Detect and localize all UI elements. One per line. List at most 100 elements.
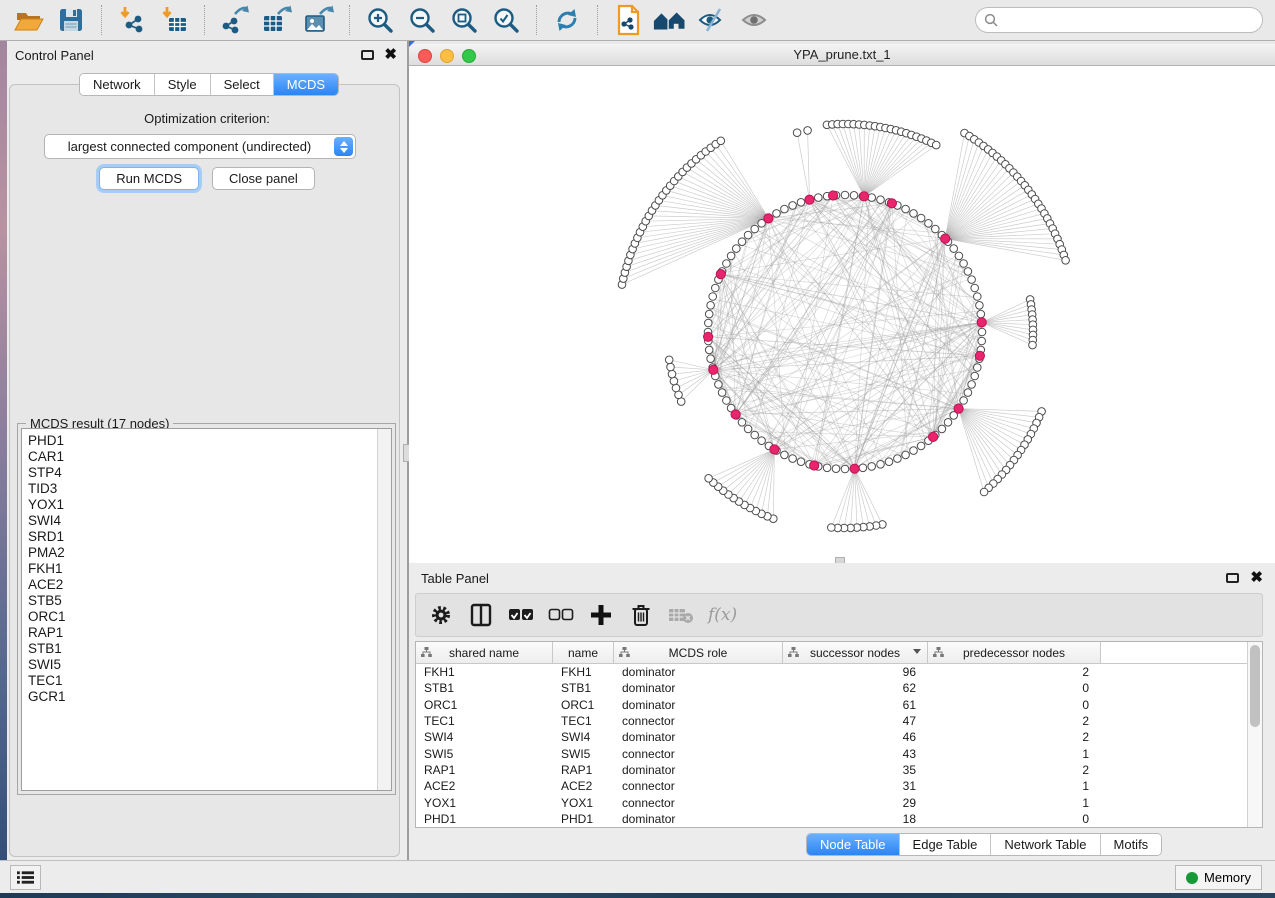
table-row[interactable]: STB1STB1dominator620: [416, 680, 1262, 696]
mcds-result-item[interactable]: SRD1: [22, 529, 391, 545]
column-header-name[interactable]: name: [553, 642, 614, 663]
float-panel-icon[interactable]: [1226, 573, 1239, 583]
zoom-in-button[interactable]: [362, 2, 398, 38]
cell: PHD1: [416, 812, 553, 826]
zoom-out-icon: [407, 5, 437, 35]
cell: SWI4: [416, 730, 553, 744]
tab-motifs[interactable]: Motifs: [1101, 834, 1162, 855]
close-panel-icon[interactable]: ✖: [384, 46, 397, 64]
tab-network-table[interactable]: Network Table: [991, 834, 1100, 855]
mcds-result-item[interactable]: TEC1: [22, 673, 391, 689]
mcds-result-item[interactable]: CAR1: [22, 449, 391, 465]
cell: dominator: [614, 665, 783, 679]
tab-style[interactable]: Style: [155, 74, 211, 95]
table-row[interactable]: SWI4SWI4dominator462: [416, 729, 1262, 745]
table-options-button[interactable]: [428, 602, 454, 628]
tab-edge-table[interactable]: Edge Table: [900, 834, 992, 855]
select-all-button[interactable]: [508, 602, 534, 628]
mcds-result-item[interactable]: ORC1: [22, 609, 391, 625]
table-row[interactable]: ACE2ACE2connector311: [416, 778, 1262, 794]
list-scrollbar[interactable]: [377, 429, 391, 790]
mcds-result-item[interactable]: STB1: [22, 641, 391, 657]
close-panel-button[interactable]: Close panel: [212, 167, 315, 190]
mcds-result-item[interactable]: RAP1: [22, 625, 391, 641]
mcds-result-item[interactable]: FKH1: [22, 561, 391, 577]
mcds-result-item[interactable]: STB5: [22, 593, 391, 609]
delete-table-icon: [668, 606, 694, 624]
control-panel-header: Control Panel ✖: [7, 41, 407, 69]
apply-layout-button[interactable]: [549, 2, 585, 38]
show-all-button[interactable]: [736, 2, 772, 38]
zoom-out-button[interactable]: [404, 2, 440, 38]
criterion-dropdown[interactable]: largest connected component (undirected): [44, 134, 356, 159]
mcds-result-item[interactable]: SWI4: [22, 513, 391, 529]
delete-table-button[interactable]: [668, 602, 694, 628]
export-image-icon: [303, 5, 335, 35]
checked-boxes-icon: [508, 608, 534, 622]
mcds-result-item[interactable]: GCR1: [22, 689, 391, 705]
memory-status-icon: [1186, 872, 1198, 884]
mcds-result-item[interactable]: STP4: [22, 465, 391, 481]
mcds-result-item[interactable]: YOX1: [22, 497, 391, 513]
memory-button[interactable]: Memory: [1175, 865, 1262, 890]
column-header-successor-nodes[interactable]: successor nodes: [783, 642, 928, 663]
table-row[interactable]: YOX1YOX1connector291: [416, 794, 1262, 810]
cell: 96: [783, 665, 928, 679]
table-toolbar: f(x): [415, 593, 1263, 637]
float-panel-icon[interactable]: [361, 50, 374, 60]
show-hide-columns-button[interactable]: [468, 602, 494, 628]
network-search: [975, 7, 1263, 33]
table-row[interactable]: TEC1TEC1connector472: [416, 713, 1262, 729]
hide-selection-button[interactable]: [694, 2, 730, 38]
mcds-result-item[interactable]: TID3: [22, 481, 391, 497]
open-session-button[interactable]: [11, 2, 47, 38]
cell: FKH1: [553, 665, 614, 679]
panel-menu-button[interactable]: [10, 865, 41, 890]
tab-select[interactable]: Select: [211, 74, 274, 95]
first-neighbors-button[interactable]: [652, 2, 688, 38]
mcds-result-list[interactable]: PHD1CAR1STP4TID3YOX1SWI4SRD1PMA2FKH1ACE2…: [21, 428, 392, 791]
save-session-button[interactable]: [53, 2, 89, 38]
cell: 0: [928, 812, 1101, 826]
tab-node-table[interactable]: Node Table: [807, 834, 900, 855]
new-column-button[interactable]: [588, 602, 614, 628]
cell: 31: [783, 779, 928, 793]
import-network-button[interactable]: [114, 2, 150, 38]
table-row[interactable]: PHD1PHD1dominator180: [416, 811, 1262, 827]
export-table-icon: [261, 5, 293, 35]
column-header-predecessor-nodes[interactable]: predecessor nodes: [928, 642, 1101, 663]
tab-network[interactable]: Network: [80, 74, 155, 95]
mcds-result-item[interactable]: SWI5: [22, 657, 391, 673]
import-table-button[interactable]: [156, 2, 192, 38]
mcds-result-item[interactable]: PHD1: [22, 433, 391, 449]
delete-columns-button[interactable]: [628, 602, 654, 628]
cell: 61: [783, 698, 928, 712]
column-header-shared-name[interactable]: shared name: [416, 642, 553, 663]
mcds-result-item[interactable]: ACE2: [22, 577, 391, 593]
run-mcds-button[interactable]: Run MCDS: [99, 167, 199, 190]
new-network-from-selection-button[interactable]: [610, 2, 646, 38]
scrollbar-thumb[interactable]: [1250, 645, 1260, 727]
export-network-button[interactable]: [217, 2, 253, 38]
table-row[interactable]: SWI5SWI5connector431: [416, 745, 1262, 761]
desktop-background-strip: [0, 41, 7, 893]
mcds-result-item[interactable]: PMA2: [22, 545, 391, 561]
zoom-selected-button[interactable]: [488, 2, 524, 38]
table-scrollbar[interactable]: [1247, 642, 1262, 827]
deselect-all-button[interactable]: [548, 602, 574, 628]
function-builder-button[interactable]: f(x): [708, 605, 737, 625]
export-image-button[interactable]: [301, 2, 337, 38]
export-table-button[interactable]: [259, 2, 295, 38]
network-canvas[interactable]: [409, 66, 1275, 563]
control-panel-tabs: NetworkStyleSelectMCDS: [79, 73, 339, 96]
search-input[interactable]: [1003, 12, 1262, 29]
tab-mcds[interactable]: MCDS: [274, 74, 338, 95]
table-row[interactable]: FKH1FKH1dominator962: [416, 664, 1262, 680]
column-header-MCDS-role[interactable]: MCDS role: [614, 642, 783, 663]
cell: SWI4: [553, 730, 614, 744]
zoom-fit-button[interactable]: [446, 2, 482, 38]
table-row[interactable]: RAP1RAP1dominator352: [416, 762, 1262, 778]
close-panel-icon[interactable]: ✖: [1250, 569, 1263, 587]
table-row[interactable]: ORC1ORC1dominator610: [416, 697, 1262, 713]
cell: YOX1: [416, 796, 553, 810]
